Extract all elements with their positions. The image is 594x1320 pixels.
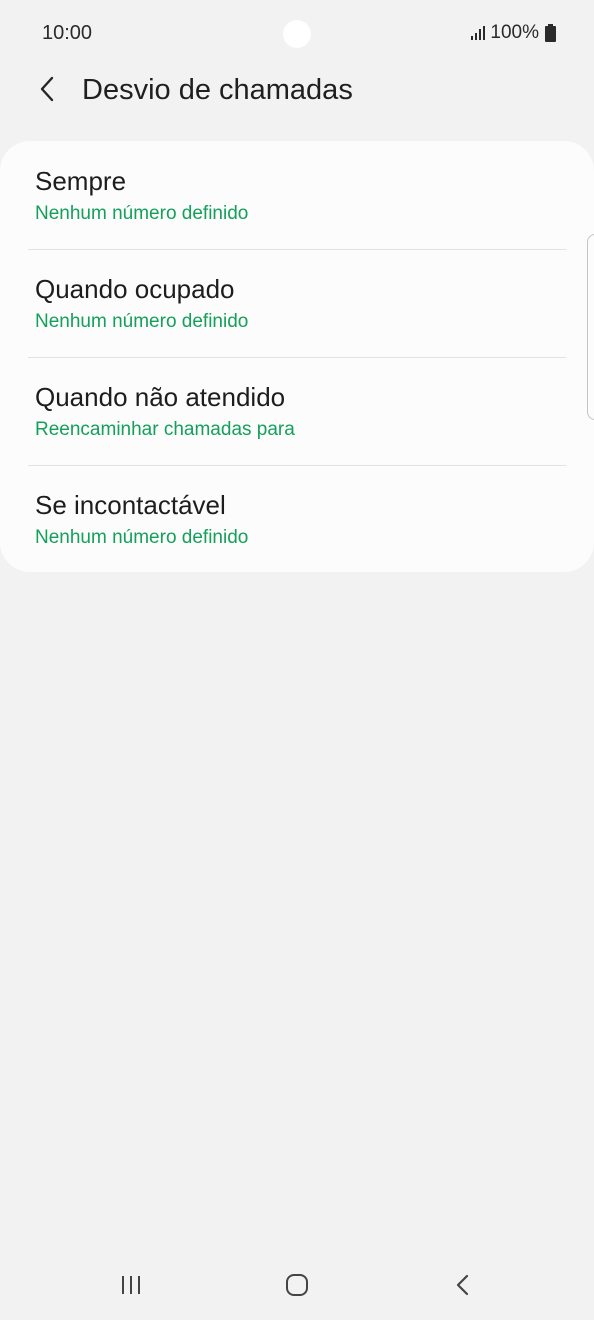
item-subtitle: Nenhum número definido (35, 203, 249, 224)
item-title: Sempre (35, 166, 127, 196)
item-title: Se incontactável (35, 490, 226, 520)
signal-icon (471, 26, 486, 40)
battery-percent: 100% (490, 22, 539, 43)
status-time: 10:00 (42, 22, 93, 44)
recent-apps-icon (122, 1276, 140, 1294)
back-button[interactable] (30, 72, 64, 106)
back-icon (456, 1274, 469, 1296)
home-icon (286, 1274, 308, 1296)
navigation-bar (0, 1250, 594, 1320)
camera-cutout (283, 20, 311, 48)
menu-item-quando-ocupado[interactable]: Quando ocupado Nenhum número definido (0, 249, 594, 357)
item-title: Quando ocupado (35, 274, 235, 304)
item-subtitle: Reencaminhar chamadas para (35, 419, 295, 440)
home-button[interactable] (267, 1260, 327, 1310)
item-title: Quando não atendido (35, 382, 286, 412)
menu-item-sempre[interactable]: Sempre Nenhum número definido (0, 141, 594, 249)
status-bar: 10:00 100% (0, 0, 594, 66)
item-subtitle: Nenhum número definido (35, 527, 249, 548)
recent-apps-button[interactable] (101, 1260, 161, 1310)
item-subtitle: Nenhum número definido (35, 311, 249, 332)
menu-item-se-incontactavel[interactable]: Se incontactável Nenhum número definido (0, 465, 594, 573)
app-header: Desvio de chamadas (0, 66, 594, 122)
battery-icon (545, 24, 556, 42)
scroll-indicator[interactable] (587, 234, 594, 420)
menu-item-quando-nao-atendido[interactable]: Quando não atendido Reencaminhar chamada… (0, 357, 594, 465)
call-forwarding-list: Sempre Nenhum número definido Quando ocu… (0, 141, 594, 572)
nav-back-button[interactable] (433, 1260, 493, 1310)
page-title: Desvio de chamadas (82, 74, 353, 106)
status-indicators: 100% (470, 22, 556, 44)
chevron-left-icon (40, 76, 54, 102)
